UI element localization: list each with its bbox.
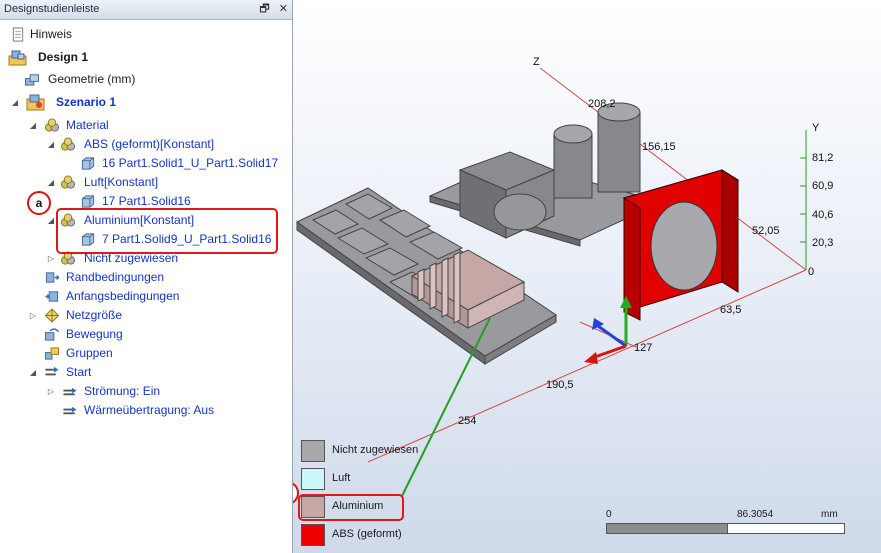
note-icon: [12, 27, 24, 42]
orientation-triad: [584, 296, 632, 364]
dim-63: 63,5: [720, 304, 741, 316]
tree-item-label: Randbedingungen: [66, 270, 165, 284]
flow-icon: [63, 387, 77, 396]
panel-title-bar: Designstudienleiste 🗗 ✕: [0, 0, 292, 20]
leader-line: [401, 317, 491, 497]
tree-item-label: Gruppen: [66, 346, 113, 360]
material-icon: [60, 137, 76, 151]
tree-item-label: Design 1: [38, 50, 89, 64]
3d-viewport[interactable]: Z Y 208,2 156,15 52,05 63,5 127 190,5 25…: [293, 0, 881, 553]
tree-item-material[interactable]: ◢ Material: [28, 116, 278, 135]
float-panel-icon[interactable]: 🗗: [259, 3, 269, 15]
dim-156: 156,15: [642, 141, 676, 153]
highlight-box-legend-aluminium: [298, 494, 404, 521]
collapse-arrow-icon[interactable]: ◢: [46, 173, 56, 192]
tree-item-label: Hinweis: [30, 27, 73, 41]
y-tick-0: 0: [808, 266, 814, 278]
tree-item-label: Anfangsbedingungen: [66, 289, 180, 303]
tree-item-label: Bewegung: [66, 327, 123, 341]
axis-z-label: Z: [533, 56, 540, 68]
mesh-icon: [44, 308, 60, 323]
model-view: Z Y 208,2 156,15 52,05 63,5 127 190,5 25…: [296, 56, 833, 497]
legend-swatch: [301, 524, 325, 546]
tree-item-solid-16[interactable]: 16 Part1.Solid1_U_Part1.Solid17: [80, 154, 290, 173]
dim-52: 52,05: [752, 225, 780, 237]
y-tick-81: 81,2: [812, 152, 833, 164]
tree-item-initial-conditions[interactable]: Anfangsbedingungen: [44, 287, 244, 306]
legend-label: ABS (geformt): [332, 528, 402, 540]
tree-item-abs[interactable]: ◢ ABS (geformt)[Konstant]: [46, 135, 286, 154]
axis-y-label: Y: [812, 122, 820, 134]
boundary-conditions-icon: [45, 272, 60, 283]
callout-a: a: [27, 191, 51, 215]
motion-icon: [44, 328, 60, 341]
y-scale: [800, 130, 807, 270]
heat-transfer-icon: [63, 406, 77, 415]
collapse-arrow-icon[interactable]: ◢: [46, 211, 56, 230]
tree-item-hinweis[interactable]: Hinweis: [8, 25, 288, 44]
tree-item-label: Szenario 1: [56, 95, 117, 109]
legend-swatch: [301, 468, 325, 490]
solid-body-icon: [81, 195, 95, 208]
scale-segment-light: [727, 523, 845, 534]
material-icon: [44, 118, 60, 132]
expand-arrow-icon[interactable]: ▷: [46, 249, 56, 268]
y-tick-20: 20,3: [812, 237, 833, 249]
tree-item-flow[interactable]: ▷ Strömung: Ein: [46, 382, 246, 401]
tree-item-label: Material: [66, 118, 109, 132]
design-icon: [8, 50, 27, 66]
expand-arrow-icon[interactable]: ▷: [28, 306, 38, 325]
tree-item-mesh-size[interactable]: ▷ Netzgröße: [28, 306, 228, 325]
close-panel-icon[interactable]: ✕: [279, 3, 288, 15]
tree-item-label: ABS (geformt)[Konstant]: [84, 137, 215, 151]
legend-swatch: [301, 440, 325, 462]
tree-item-groups[interactable]: Gruppen: [44, 344, 244, 363]
scale-segment-dark: [606, 523, 728, 534]
dim-127: 127: [634, 342, 652, 354]
dim-190: 190,5: [546, 379, 574, 391]
tree-item-motion[interactable]: Bewegung: [44, 325, 244, 344]
tree-item-scenario-1[interactable]: ◢ Szenario 1: [10, 93, 280, 112]
tree-item-label: Wärmeübertragung: Aus: [84, 403, 215, 417]
tree-item-start[interactable]: ◢ Start: [28, 363, 228, 382]
fan-housing-abs: [622, 169, 740, 321]
initial-conditions-icon: [45, 291, 59, 302]
design-study-panel: Designstudienleiste 🗗 ✕ Hinweis Design 1…: [0, 0, 293, 553]
tree-item-boundary-conditions[interactable]: Randbedingungen: [44, 268, 244, 287]
run-icon: [45, 366, 59, 376]
groups-icon: [44, 347, 60, 360]
geometry-icon: [24, 74, 40, 86]
material-icon: [60, 175, 76, 189]
tree-item-label: Geometrie (mm): [48, 72, 136, 86]
y-tick-40: 40,6: [812, 209, 833, 221]
solid-body-icon: [81, 157, 95, 170]
tree-item-label: Netzgröße: [66, 308, 123, 322]
tree-item-geometry[interactable]: Geometrie (mm): [24, 70, 284, 89]
tree-item-label: Strömung: Ein: [84, 384, 161, 398]
legend-label: Luft: [332, 472, 351, 484]
collapse-arrow-icon[interactable]: ◢: [46, 135, 56, 154]
scenario-icon: [26, 94, 45, 111]
panel-title: Designstudienleiste: [4, 3, 100, 15]
scale-unit-label: mm: [821, 509, 838, 520]
highlight-box-aluminium: [56, 208, 278, 254]
scale-mid-label: 86.3054: [737, 509, 774, 520]
scale-start-label: 0: [606, 509, 612, 520]
tree-item-label: Luft[Konstant]: [84, 175, 159, 189]
collapse-arrow-icon[interactable]: ◢: [10, 93, 20, 112]
legend-label: Nicht zugewiesen: [332, 444, 419, 456]
dim-208: 208,2: [588, 98, 616, 110]
expand-arrow-icon[interactable]: ▷: [46, 382, 56, 401]
tree-item-label: Start: [66, 365, 92, 379]
collapse-arrow-icon[interactable]: ◢: [28, 363, 38, 382]
tree-item-design-1[interactable]: Design 1: [8, 48, 288, 67]
tree-item-luft[interactable]: ◢ Luft[Konstant]: [46, 173, 286, 192]
tree-item-heat-transfer[interactable]: Wärmeübertragung: Aus: [62, 401, 262, 420]
y-tick-60: 60,9: [812, 180, 833, 192]
dim-254: 254: [458, 415, 476, 427]
collapse-arrow-icon[interactable]: ◢: [28, 116, 38, 135]
tree-item-label: 16 Part1.Solid1_U_Part1.Solid17: [102, 156, 279, 170]
